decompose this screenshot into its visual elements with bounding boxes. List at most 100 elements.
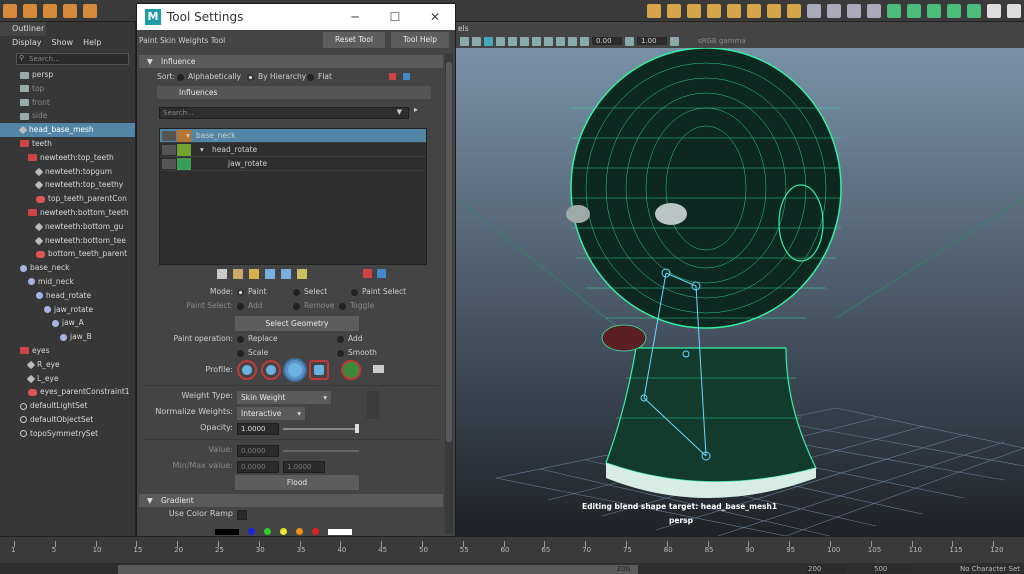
grid-icon[interactable]: [472, 36, 481, 46]
bevel-icon[interactable]: [687, 4, 701, 18]
flood-button[interactable]: Flood: [235, 475, 359, 490]
isolate-icon[interactable]: [556, 36, 565, 46]
expand-arrow-icon[interactable]: ▾: [186, 129, 190, 143]
influence-item[interactable]: ▾ base_neck: [160, 129, 426, 143]
outliner-item[interactable]: newteeth:bottom_tee: [0, 234, 135, 248]
outliner-item[interactable]: persp: [0, 68, 135, 82]
sort-flat-radio[interactable]: Flat: [301, 70, 332, 84]
paint-op-smooth-radio[interactable]: Smooth: [331, 346, 377, 360]
influence-list[interactable]: ▾ base_neck ▾ head_rotate jaw_rotate: [159, 128, 427, 265]
tool-settings-scrollbar[interactable]: [445, 54, 453, 534]
outliner-item[interactable]: top: [0, 82, 135, 96]
outliner-item[interactable]: bottom_teeth_parent: [0, 247, 135, 261]
separate-icon[interactable]: [827, 4, 841, 18]
insert-loop-icon[interactable]: [767, 4, 781, 18]
reset-tool-button[interactable]: Reset Tool: [323, 32, 385, 48]
colorspace-dropdown[interactable]: sRGB gamma: [698, 37, 746, 45]
sort-alphabetically-radio[interactable]: Alphabetically: [171, 70, 241, 84]
collapse-list-icon[interactable]: [363, 269, 372, 278]
merge-icon[interactable]: [707, 4, 721, 18]
influence-color-swatch[interactable]: [177, 158, 191, 170]
min-value-field[interactable]: 0.0000: [237, 461, 279, 473]
copy-weights-icon[interactable]: [217, 269, 227, 279]
outliner-item[interactable]: newteeth:bottom_teeth: [0, 206, 135, 220]
ramp-yellow-marker[interactable]: [280, 528, 287, 535]
exposure-icon[interactable]: [580, 36, 589, 46]
chevron-down-icon[interactable]: ▼: [397, 107, 402, 117]
outliner-item[interactable]: head_rotate: [0, 289, 135, 303]
outliner-item[interactable]: side: [0, 109, 135, 123]
ramp-red-marker[interactable]: [312, 528, 319, 535]
outliner-item[interactable]: jaw_B: [0, 330, 135, 344]
mode-paint-select-radio[interactable]: Paint Select: [345, 285, 406, 299]
menu-help[interactable]: Help: [83, 38, 101, 48]
opacity-slider-handle[interactable]: [355, 424, 359, 433]
paint-op-add-radio[interactable]: Add: [331, 332, 363, 346]
cube-icon[interactable]: [23, 4, 37, 18]
influence-item[interactable]: ▾ head_rotate: [160, 143, 426, 157]
lock-weights-icon[interactable]: [297, 269, 307, 279]
sphere-icon[interactable]: [3, 4, 17, 18]
use-color-ramp-checkbox[interactable]: [237, 510, 247, 520]
visibility-eye-icon[interactable]: [162, 159, 176, 169]
weight-hammer-icon[interactable]: [249, 269, 259, 279]
mirror-icon[interactable]: [847, 4, 861, 18]
paste-weights-icon[interactable]: [233, 269, 243, 279]
outliner-item[interactable]: head_base_mesh: [0, 123, 135, 137]
outliner-item[interactable]: jaw_rotate: [0, 303, 135, 317]
ramp-orange-marker[interactable]: [296, 528, 303, 535]
extrude-icon[interactable]: [647, 4, 661, 18]
perspective-viewport[interactable]: els 0.00 1.00 sRGB gamma Editing blend s…: [456, 22, 1024, 536]
maximize-icon[interactable]: ☐: [375, 10, 415, 24]
fill-hole-icon[interactable]: [747, 4, 761, 18]
menu-display[interactable]: Display: [12, 38, 42, 48]
gamma-icon[interactable]: [625, 36, 634, 46]
gate-mask-icon[interactable]: [568, 36, 577, 46]
auto-map-icon[interactable]: [967, 4, 981, 18]
cone-icon[interactable]: [63, 4, 77, 18]
influence-color-swatch[interactable]: [177, 144, 191, 156]
shadows-icon[interactable]: [532, 36, 541, 46]
pin-icon[interactable]: ▸: [414, 105, 418, 114]
outliner-item[interactable]: defaultObjectSet: [0, 413, 135, 427]
gamma-field[interactable]: 1.00: [637, 37, 667, 45]
smooth-icon[interactable]: [867, 4, 881, 18]
outliner-item[interactable]: L_eye: [0, 372, 135, 386]
value-slider[interactable]: [283, 450, 359, 452]
ramp-white[interactable]: [328, 528, 352, 535]
exposure-field[interactable]: 0.00: [592, 37, 622, 45]
paint-select-remove-radio[interactable]: Remove: [287, 299, 334, 313]
view-transform-icon[interactable]: [670, 36, 679, 46]
outliner-item[interactable]: R_eye: [0, 358, 135, 372]
normalize-weights-dropdown[interactable]: Interactive: [237, 407, 305, 420]
playback-end-field[interactable]: 500: [872, 565, 912, 573]
profile-solid-icon[interactable]: [283, 358, 307, 382]
select-geometry-button[interactable]: Select Geometry: [235, 316, 359, 331]
combine-icon[interactable]: [807, 4, 821, 18]
lights-icon[interactable]: [520, 36, 529, 46]
camera-attributes-icon[interactable]: [460, 36, 469, 46]
outliner-item[interactable]: base_neck: [0, 261, 135, 275]
paint-op-replace-radio[interactable]: Replace: [231, 332, 278, 346]
outliner-item[interactable]: mid_neck: [0, 275, 135, 289]
outliner-item[interactable]: eyes_parentConstraint1: [0, 385, 135, 399]
textured-icon[interactable]: [508, 36, 517, 46]
bridge-icon[interactable]: [667, 4, 681, 18]
gradient-frame-header[interactable]: ▼ Gradient: [139, 494, 443, 507]
split-icon[interactable]: [727, 4, 741, 18]
paint-select-add-radio[interactable]: Add: [231, 299, 263, 313]
outliner-item[interactable]: newteeth:top_teethy: [0, 178, 135, 192]
max-value-field[interactable]: 1.0000: [283, 461, 325, 473]
cylinder-icon[interactable]: [43, 4, 57, 18]
layout-uvs-icon[interactable]: [987, 4, 1001, 18]
outliner-search-input[interactable]: Search...: [16, 53, 129, 65]
show-influences-icon[interactable]: [281, 269, 291, 279]
time-slider[interactable]: 1 5 10 15 20 25 30 35 40 45 50 55 60 65 70 75 80 85 90 95 10…: [0, 536, 1024, 574]
ramp-black[interactable]: [215, 528, 239, 535]
profile-image-icon[interactable]: [341, 360, 361, 380]
viewport-panels-menu[interactable]: els: [458, 24, 469, 33]
expand-list-icon[interactable]: [377, 269, 386, 278]
folder-icon[interactable]: [373, 365, 384, 373]
influence-frame-header[interactable]: ▼ Influence: [139, 55, 443, 68]
list-view-icon[interactable]: [389, 73, 396, 80]
